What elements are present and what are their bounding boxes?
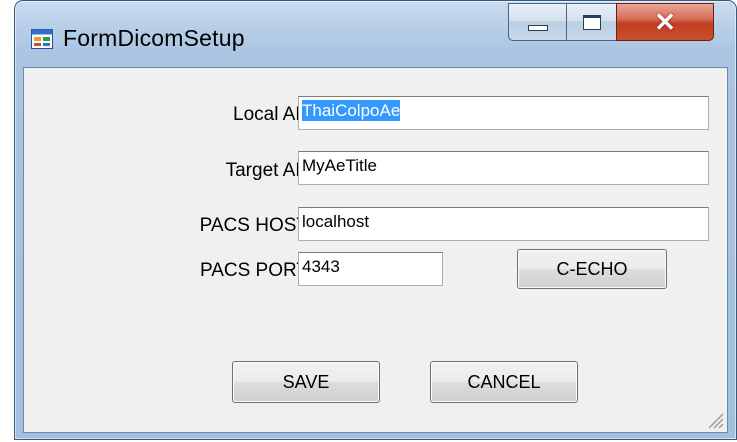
resize-grip-icon[interactable] [703, 408, 725, 430]
c-echo-button[interactable]: C-ECHO [517, 249, 667, 289]
local-ae-field[interactable]: ThaiColpoAe [298, 96, 709, 130]
close-button[interactable]: ✕ [616, 3, 714, 41]
caption-buttons: ✕ [508, 3, 714, 47]
minimize-button[interactable] [508, 3, 566, 41]
target-ae-label: Target AE [225, 160, 308, 181]
local-ae-value: ThaiColpoAe [302, 100, 401, 121]
pacs-port-label: PACS PORT [199, 260, 308, 281]
window-title: FormDicomSetup [63, 25, 245, 51]
pacs-host-label: PACS HOST [199, 215, 308, 236]
form-icon [31, 29, 53, 49]
local-ae-label: Local AE [233, 104, 308, 125]
dialog-window: FormDicomSetup ✕ Local AE ThaiColpoAe Ta… [14, 0, 737, 440]
form-client-area: Local AE ThaiColpoAe Target AE MyAeTitle… [23, 67, 728, 433]
maximize-button[interactable] [566, 3, 616, 41]
save-button[interactable]: SAVE [232, 361, 380, 403]
target-ae-field[interactable]: MyAeTitle [298, 151, 709, 185]
minimize-icon [527, 25, 548, 31]
cancel-button[interactable]: CANCEL [430, 361, 578, 403]
close-icon: ✕ [654, 7, 676, 37]
title-bar[interactable]: FormDicomSetup ✕ [15, 1, 736, 69]
maximize-icon [582, 14, 601, 30]
pacs-port-field[interactable]: 4343 [298, 252, 443, 286]
pacs-host-field[interactable]: localhost [298, 207, 709, 241]
